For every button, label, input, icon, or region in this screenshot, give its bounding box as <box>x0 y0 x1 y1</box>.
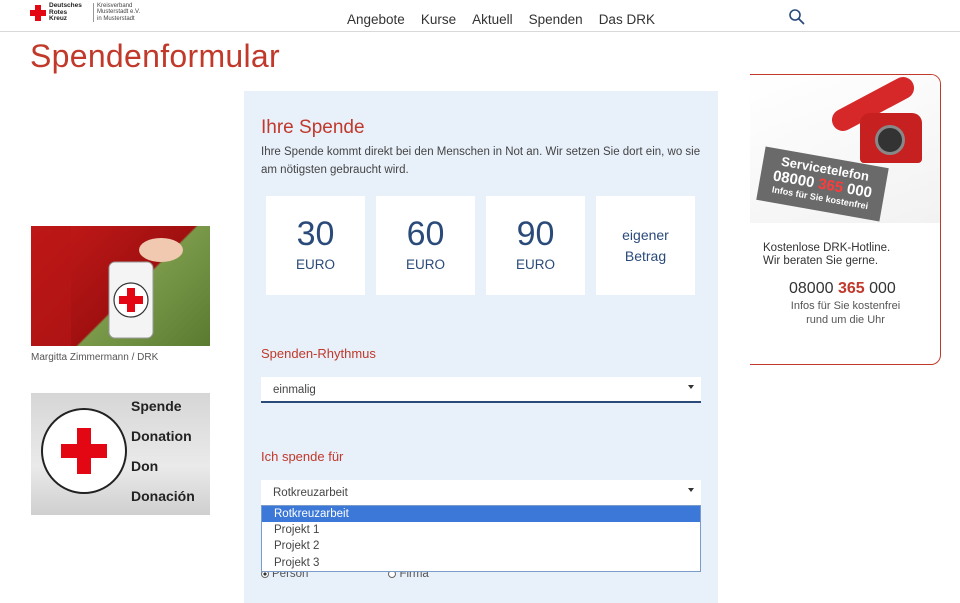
dropdown-option[interactable]: Rotkreuzarbeit <box>262 506 700 523</box>
sign-word-spende: Spende <box>131 398 182 414</box>
dropdown-option[interactable]: Projekt 2 <box>262 538 700 554</box>
red-cross-icon <box>30 5 46 21</box>
purpose-label: Ich spende für <box>261 449 344 464</box>
form-title: Ihre Spende <box>261 117 365 138</box>
sign-word-donation: Donation <box>131 428 192 444</box>
page-title: Spendenformular <box>30 38 280 74</box>
chevron-down-icon <box>688 488 694 492</box>
site-header: Deutsches Rotes Kreuz Kreisverband Muste… <box>0 0 960 32</box>
nav-item-das-drk[interactable]: Das DRK <box>599 12 655 27</box>
amount-currency: EURO <box>295 257 335 272</box>
dropdown-option[interactable]: Projekt 1 <box>262 522 700 538</box>
search-icon[interactable] <box>788 8 806 26</box>
donation-can-image <box>31 226 210 346</box>
nav-item-spenden[interactable]: Spenden <box>529 12 583 27</box>
purpose-select[interactable]: Rotkreuzarbeit <box>261 480 701 506</box>
sign-word-don: Don <box>131 458 158 474</box>
sign-word-donacion: Donación <box>131 488 195 504</box>
donation-can-illustration <box>31 226 183 346</box>
rhythm-label: Spenden-Rhythmus <box>261 346 376 361</box>
rhythm-select[interactable]: einmalig <box>261 377 701 403</box>
telephone-image: Servicetelefon 08000 365 000 Infos für S… <box>750 75 940 223</box>
hotline-number[interactable]: 08000 365 000 <box>789 280 896 298</box>
drk-logo[interactable]: Deutsches Rotes Kreuz Kreisverband Muste… <box>30 2 163 23</box>
form-intro: Ihre Spende kommt direkt bei den Mensche… <box>261 146 701 176</box>
donation-sign-illustration: Spende Donation Don Donación <box>41 398 195 504</box>
image-caption: Margitta Zimmermann / DRK <box>31 352 159 363</box>
amount-option-90[interactable]: 90 EURO <box>486 196 585 295</box>
nav-item-angebote[interactable]: Angebote <box>347 12 405 27</box>
amount-option-30[interactable]: 30 EURO <box>266 196 365 295</box>
amount-option-custom[interactable]: eigener Betrag <box>596 196 695 295</box>
logo-organisation: Kreisverband Musterstadt e.V. in Musters… <box>93 3 163 22</box>
dropdown-option[interactable]: Projekt 3 <box>262 555 700 571</box>
hotline-text: Kostenlose DRK-Hotline. Wir beraten Sie … <box>763 242 891 267</box>
amount-value: 30 <box>296 215 335 253</box>
donation-form: Ihre Spende Ihre Spende kommt direkt bei… <box>244 91 718 603</box>
donation-sign-image: Spende Donation Don Donación <box>31 393 210 515</box>
main-nav: Angebote Kurse Aktuell Spenden Das DRK <box>347 12 655 27</box>
purpose-dropdown-list: Rotkreuzarbeit Projekt 1 Projekt 2 Proje… <box>261 505 701 572</box>
amount-option-60[interactable]: 60 EURO <box>376 196 475 295</box>
nav-item-kurse[interactable]: Kurse <box>421 12 456 27</box>
nav-item-aktuell[interactable]: Aktuell <box>472 12 513 27</box>
amount-currency: EURO <box>405 257 445 272</box>
amount-value: 90 <box>516 215 555 253</box>
amount-value: 60 <box>406 215 445 253</box>
phone-dial-icon <box>875 125 905 155</box>
custom-amount-label: eigener Betrag <box>622 227 669 264</box>
purpose-select-value: Rotkreuzarbeit <box>273 487 348 499</box>
rhythm-select-value: einmalig <box>273 384 316 396</box>
chevron-down-icon <box>688 385 694 389</box>
hotline-box: Servicetelefon 08000 365 000 Infos für S… <box>750 74 941 365</box>
logo-name: Deutsches Rotes Kreuz <box>49 2 82 22</box>
hotline-subtext: Infos für Sie kostenfrei rund um die Uhr <box>790 300 901 326</box>
amount-currency: EURO <box>515 257 555 272</box>
